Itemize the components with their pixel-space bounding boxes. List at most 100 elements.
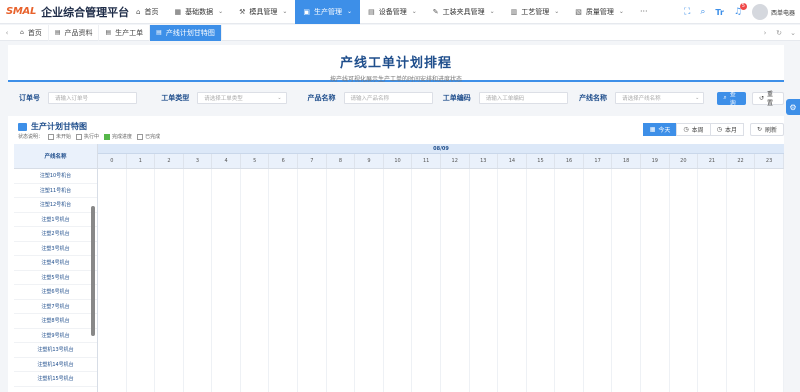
hour-label: 15 (527, 154, 556, 168)
line-row[interactable]: 注塑11号机台 (14, 184, 97, 198)
status-legend: 状态说明： 未开始 执行中 完成进度 已完成 (18, 133, 160, 140)
tabs-menu-icon[interactable]: ⌄ (786, 29, 800, 37)
tabs-scroll-left-icon[interactable]: ‹ (0, 29, 14, 37)
grid-column[interactable] (298, 169, 327, 392)
process-icon: ▥ (510, 7, 518, 16)
bell-icon[interactable]: ♫ 5 (734, 3, 747, 17)
order-no-input[interactable]: 请输入订单号 (48, 92, 138, 104)
grid-column[interactable] (527, 169, 556, 392)
line-row[interactable]: 注塑机14号机台 (14, 358, 97, 372)
grid-column[interactable] (641, 169, 670, 392)
menu-more-button[interactable]: ··· (632, 7, 656, 16)
menu-item[interactable]: ▥ 工艺管理 ⌄ (503, 0, 568, 24)
line-row[interactable]: 注塑8号机台 (14, 314, 97, 329)
settings-float-button[interactable]: ⚙ (786, 99, 800, 115)
user-name[interactable]: 西单电器 (771, 8, 795, 17)
hour-label: 11 (412, 154, 441, 168)
line-name-select[interactable]: 请选择产线名称 ⌄ (615, 92, 705, 104)
grid-column[interactable] (127, 169, 156, 392)
clock-icon: ◷ (683, 126, 689, 133)
line-row[interactable]: 注塑1号机台 (14, 213, 97, 227)
line-row[interactable]: 注塑4号机台 (14, 256, 97, 271)
grid-column[interactable] (555, 169, 584, 392)
gantt-panel: 生产计划甘特图 状态说明： 未开始 执行中 完成进度 已完成 ▦ 今天 ◷ 本周 ◷ 本月 … (8, 116, 784, 392)
grid-column[interactable] (327, 169, 356, 392)
brand[interactable]: SMAL 企业综合管理平台 (0, 4, 130, 20)
menu-item[interactable]: ▦ 基础数据 ⌄ (166, 0, 231, 24)
query-button[interactable]: ⌕ 查询 (717, 91, 746, 107)
grid-column[interactable] (498, 169, 527, 392)
gear-icon: ⚙ (789, 102, 797, 112)
grid-column[interactable] (470, 169, 499, 392)
menu-item-label: 生产管理 (314, 7, 343, 16)
grid-column[interactable] (269, 169, 299, 392)
grid-column[interactable] (384, 169, 413, 392)
grid-column[interactable] (412, 169, 441, 392)
search-icon[interactable]: ⌕ (700, 7, 705, 17)
grid-column[interactable] (755, 169, 784, 392)
notification-badge: 5 (739, 3, 747, 10)
date-header: 08/09 (98, 144, 784, 154)
grid-column[interactable] (241, 169, 270, 392)
grid-column[interactable] (584, 169, 613, 392)
product-name-input[interactable]: 请输入产品名称 (343, 92, 433, 104)
grid-column[interactable] (612, 169, 641, 392)
chart-icon: ▤ (156, 29, 162, 36)
line-row[interactable]: 注塑7号机台 (14, 300, 97, 314)
legend-label: 完成进度 (112, 134, 133, 140)
grid-column[interactable] (727, 169, 756, 392)
menu-item[interactable]: ▣ 生产管理 ⌄ (295, 0, 361, 24)
grid-column[interactable] (670, 169, 699, 392)
menu-item[interactable]: ⚒ 模具管理 ⌄ (231, 0, 295, 24)
refresh-tab-icon[interactable]: ↻ (772, 29, 786, 37)
tab-item[interactable]: ▤ 产线计划甘特图 (150, 24, 222, 41)
tab-item[interactable]: ⌂ 首页 (14, 24, 49, 41)
line-row[interactable]: 注塑9号机台 (14, 329, 97, 343)
timeline-grid[interactable] (98, 169, 784, 392)
order-code-input[interactable]: 请输入工单编码 (478, 92, 569, 104)
grid-column[interactable] (441, 169, 470, 392)
menu-item[interactable]: ▤ 设备管理 ⌄ (360, 0, 425, 24)
grid-column[interactable] (355, 169, 384, 392)
menu-item[interactable]: ⌂ 首页 (128, 0, 166, 24)
week-button[interactable]: ◷ 本周 (676, 123, 711, 136)
line-row[interactable]: 注塑5号机台 (14, 271, 97, 285)
line-row[interactable]: 注塑3号机台 (14, 242, 97, 256)
font-size-icon[interactable]: Tr (715, 8, 724, 17)
line-row[interactable]: 注塑10号机台 (14, 169, 97, 184)
tab-label: 产线计划甘特图 (165, 28, 215, 37)
scrollbar[interactable] (91, 206, 95, 336)
menu-item[interactable]: ▧ 质量管理 ⌄ (567, 0, 632, 24)
tab-item[interactable]: ▤ 产品资料 (49, 24, 100, 41)
line-row[interactable]: 注塑机13号机台 (14, 343, 97, 358)
grid-column[interactable] (698, 169, 727, 392)
line-row[interactable]: 注塑机15号机台 (14, 372, 97, 387)
tabs-scroll-right-icon[interactable]: › (758, 29, 772, 37)
hour-label: 1 (127, 154, 156, 168)
grid-column[interactable] (212, 169, 241, 392)
fullscreen-icon[interactable]: ⛶ (684, 7, 690, 17)
app-title: 企业综合管理平台 (41, 5, 130, 19)
grid-column[interactable] (98, 169, 127, 392)
order-type-select[interactable]: 请选择工单类型 ⌄ (197, 92, 287, 104)
line-row[interactable]: 注塑12号机台 (14, 198, 97, 213)
today-button[interactable]: ▦ 今天 (642, 123, 678, 136)
line-row[interactable]: 注塑2号机台 (14, 227, 97, 242)
order-icon: ▤ (105, 29, 112, 36)
menu-item-label: 质量管理 (585, 7, 614, 16)
reset-label: 重置 (766, 91, 773, 107)
avatar[interactable] (751, 4, 768, 20)
tab-item[interactable]: ▤ 生产工单 (99, 24, 151, 41)
hour-label: 20 (670, 154, 699, 168)
grid-column[interactable] (155, 169, 184, 392)
line-row[interactable]: 注塑6号机台 (14, 285, 97, 300)
reset-button[interactable]: ↺ 重置 (751, 91, 785, 107)
refresh-button[interactable]: ↻ 刷新 (749, 123, 784, 136)
menu-item[interactable]: ✎ 工装夹具管理 ⌄ (425, 0, 503, 24)
hour-label: 10 (384, 154, 413, 168)
month-button[interactable]: ◷ 本月 (709, 123, 744, 136)
home-icon: ⌂ (136, 7, 141, 16)
hour-label: 4 (212, 154, 241, 168)
grid-column[interactable] (184, 169, 213, 392)
legend-swatch (137, 133, 144, 140)
